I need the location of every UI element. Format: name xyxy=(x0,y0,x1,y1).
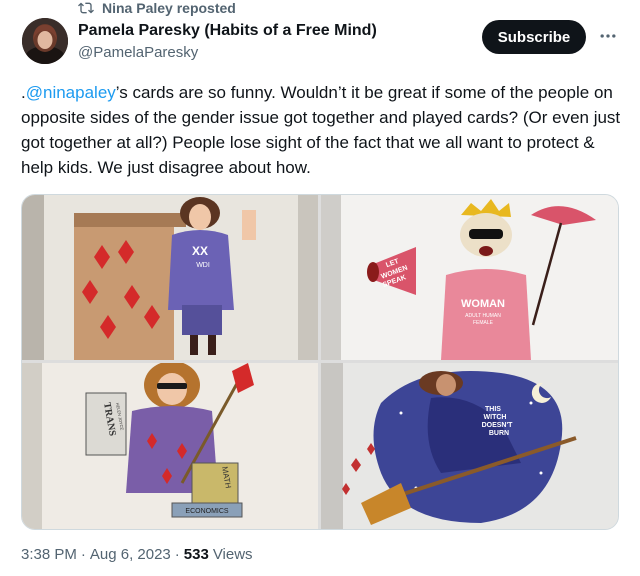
more-button[interactable] xyxy=(596,24,620,48)
svg-text:XX: XX xyxy=(192,244,208,258)
tweet-date[interactable]: Aug 6, 2023 xyxy=(90,546,171,563)
media-image-1[interactable]: XX WDI xyxy=(22,195,318,360)
views-count: 533 xyxy=(183,546,209,563)
views-label: Views xyxy=(212,546,253,563)
card1-caption: WDI xyxy=(196,262,210,269)
media-image-4[interactable]: THIS WITCH DOESN'T BURN xyxy=(321,363,618,529)
media-image-3[interactable]: TRANS HELEN JOYCE MATH ECONOMICS xyxy=(22,363,318,529)
separator: · xyxy=(80,546,86,563)
card2-caption-f: FEMALE xyxy=(473,320,494,326)
tweet-text: .@ninapaley’s cards are so funny. Wouldn… xyxy=(21,80,621,180)
repost-icon xyxy=(78,2,94,14)
repost-header[interactable]: Nina Paley reposted xyxy=(78,0,236,18)
card3-caption-d: ECONOMICS xyxy=(185,508,229,515)
card4-caption-c: DOESN'T xyxy=(482,422,514,429)
repost-label: Nina Paley reposted xyxy=(102,0,236,16)
card2-caption-d: WOMAN xyxy=(461,298,505,310)
media-grid: XX WDI LET WOMEN SPEAK WOMAN ADULT HUMAN… xyxy=(21,194,619,530)
mention-link[interactable]: @ninapaley xyxy=(26,83,116,102)
card4-caption-a: THIS xyxy=(485,406,501,413)
tweet-time[interactable]: 3:38 PM xyxy=(21,546,77,563)
media-image-2[interactable]: LET WOMEN SPEAK WOMAN ADULT HUMAN FEMALE xyxy=(321,195,618,360)
card4-caption-b: WITCH xyxy=(484,414,507,421)
more-icon xyxy=(600,34,616,38)
author-avatar[interactable] xyxy=(22,18,68,64)
card4-caption-d: BURN xyxy=(489,430,509,437)
author-handle[interactable]: @PamelaParesky xyxy=(78,44,198,61)
separator: · xyxy=(174,546,180,563)
card2-caption-e: ADULT HUMAN xyxy=(465,313,501,319)
tweet-meta: 3:38 PM · Aug 6, 2023 · 533 Views xyxy=(21,546,253,563)
author-name[interactable]: Pamela Paresky (Habits of a Free Mind) xyxy=(78,22,377,40)
subscribe-button[interactable]: Subscribe xyxy=(482,20,586,54)
